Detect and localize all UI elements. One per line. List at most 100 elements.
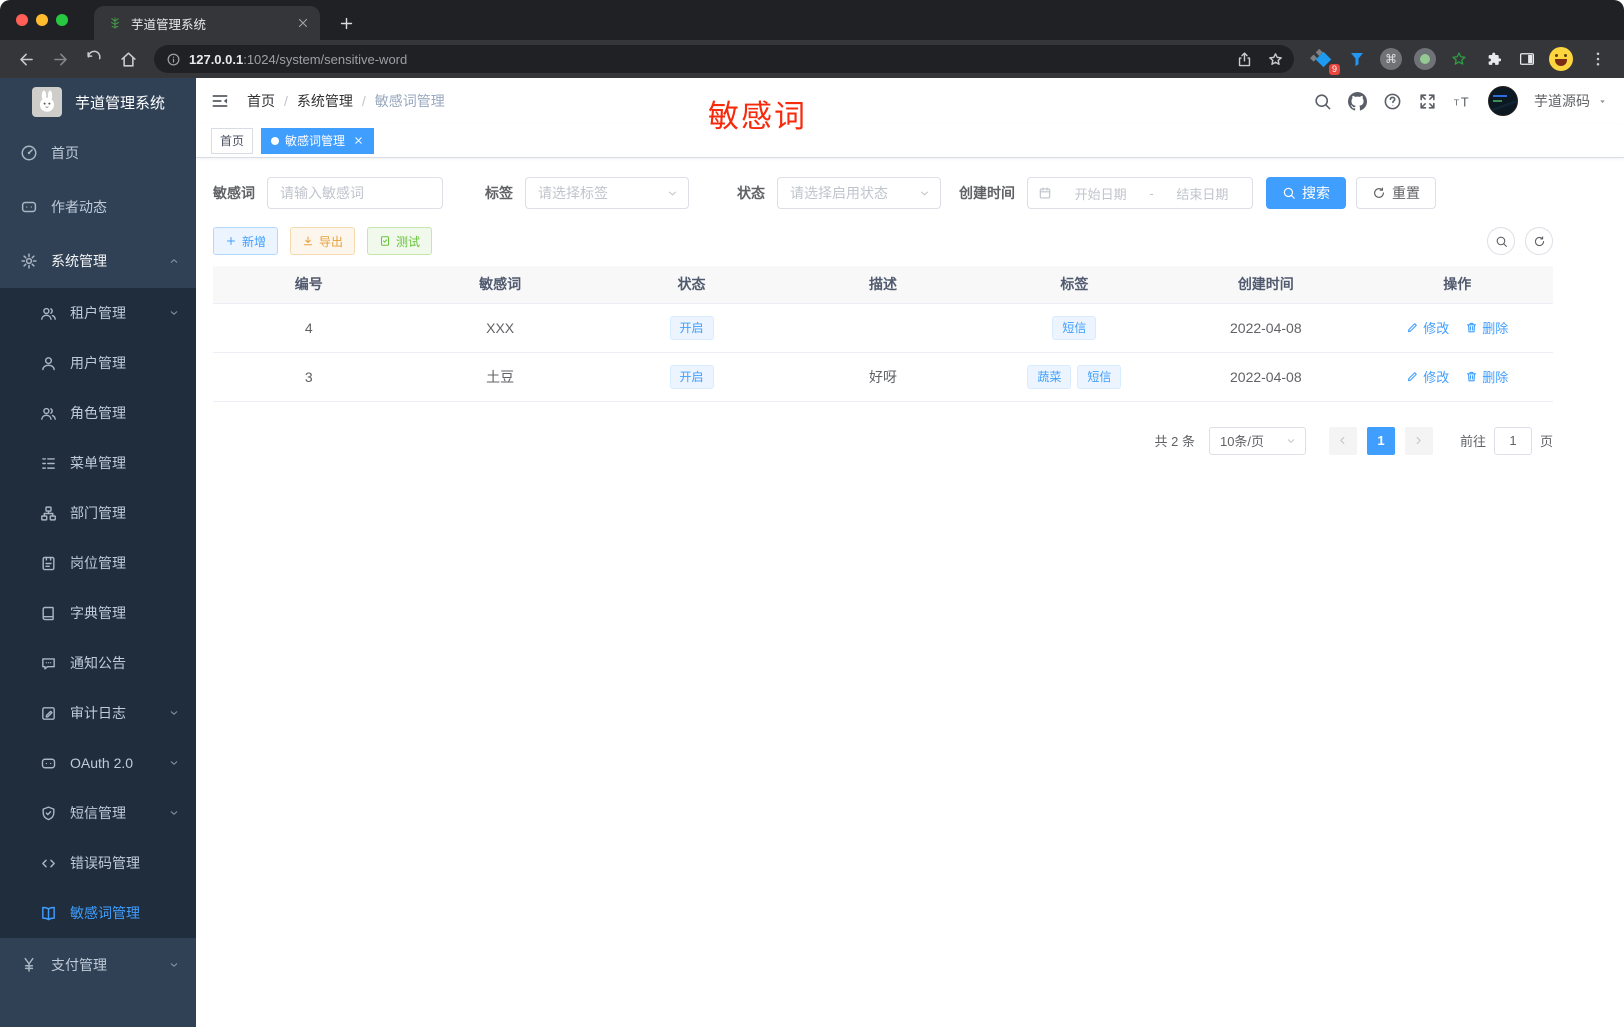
page-number-1[interactable]: 1 — [1366, 426, 1395, 455]
cell-tags: 短信 — [978, 303, 1171, 353]
forward-button[interactable] — [44, 43, 76, 75]
test-button-label: 测试 — [396, 234, 421, 249]
window-controls — [0, 14, 82, 40]
search-button[interactable]: 搜索 — [1266, 177, 1346, 209]
window-zoom-button[interactable] — [56, 14, 68, 26]
open-book-icon — [40, 905, 57, 922]
fullscreen-icon[interactable] — [1418, 92, 1437, 111]
sidebar-item-post[interactable]: 岗位管理 — [0, 538, 196, 588]
header-search-icon[interactable] — [1313, 92, 1332, 111]
main-area: 敏感词 首页 / 系统管理 / 敏感词管理 T T 芋道源码 首页 敏感词管理 … — [196, 78, 1624, 1027]
prev-page-button[interactable] — [1328, 426, 1357, 455]
site-info-icon[interactable] — [166, 52, 181, 67]
breadcrumb-home[interactable]: 首页 — [247, 91, 275, 111]
window-minimize-button[interactable] — [36, 14, 48, 26]
chevron-down-icon — [168, 307, 180, 319]
sidebar-item-audit-log[interactable]: 审计日志 — [0, 688, 196, 738]
sidebar-item-notice[interactable]: 通知公告 — [0, 638, 196, 688]
refresh-icon — [1372, 186, 1386, 200]
sidebar-item-sensitive-word[interactable]: 敏感词管理 — [0, 888, 196, 938]
back-button[interactable] — [10, 43, 42, 75]
document-check-icon — [379, 235, 391, 247]
url-host: 127.0.0.1 — [189, 51, 244, 67]
edit-link[interactable]: 修改 — [1406, 367, 1449, 386]
extensions-puzzle-icon[interactable] — [1480, 46, 1506, 72]
table-toolbar: 新增 导出 测试 — [213, 227, 1553, 255]
delete-link[interactable]: 删除 — [1465, 318, 1508, 337]
sidebar-panel-icon[interactable] — [1514, 46, 1540, 72]
sidebar-fold-icon[interactable] — [210, 91, 230, 111]
sidebar-item-label: OAuth 2.0 — [70, 755, 134, 771]
browser-window: 芋道管理系统 127.0.0.1:1024/system/sensitive-w… — [0, 0, 1624, 78]
date-range-picker[interactable]: 开始日期 - 结束日期 — [1027, 177, 1253, 209]
github-icon[interactable] — [1348, 92, 1367, 111]
tag-select[interactable]: 请选择标签 — [525, 177, 689, 209]
tag-sensitive-word-active[interactable]: 敏感词管理 — [261, 127, 375, 154]
filter-form: 敏感词 标签 请选择标签 状态 请选择启用状态 创建时间 开始日期 - 结束日 — [213, 177, 1553, 209]
search-button-label: 搜索 — [1302, 185, 1330, 201]
status-select[interactable]: 请选择启用状态 — [777, 177, 941, 209]
profile-avatar[interactable] — [1548, 46, 1574, 72]
new-tab-button[interactable] — [338, 15, 355, 32]
user-avatar[interactable] — [1488, 86, 1518, 116]
sidebar-item-home[interactable]: 首页 — [0, 126, 196, 180]
date-start-placeholder[interactable]: 开始日期 — [1061, 184, 1140, 203]
export-button[interactable]: 导出 — [290, 227, 356, 255]
keyword-input[interactable] — [267, 177, 443, 209]
sidebar-item-author[interactable]: 作者动态 — [0, 180, 196, 234]
toggle-search-button[interactable] — [1487, 227, 1515, 255]
home-button[interactable] — [112, 43, 144, 75]
trash-icon — [1465, 321, 1478, 334]
sidebar-item-system[interactable]: 系统管理 — [0, 234, 196, 288]
username-dropdown[interactable]: 芋道源码 — [1534, 91, 1608, 111]
breadcrumb-separator: / — [361, 93, 366, 109]
username-label: 芋道源码 — [1534, 93, 1590, 109]
sidebar-item-dict[interactable]: 字典管理 — [0, 588, 196, 638]
refresh-table-button[interactable] — [1525, 227, 1553, 255]
sidebar-item-user[interactable]: 用户管理 — [0, 338, 196, 388]
sidebar-item-role[interactable]: 角色管理 — [0, 388, 196, 438]
browser-tab[interactable]: 芋道管理系统 — [94, 6, 320, 40]
sidebar-item-sms[interactable]: 短信管理 — [0, 788, 196, 838]
tag-close-icon[interactable] — [353, 135, 364, 146]
sidebar-item-oauth[interactable]: OAuth 2.0 — [0, 738, 196, 788]
help-icon[interactable] — [1383, 92, 1402, 111]
goto-page-input[interactable] — [1493, 426, 1532, 455]
reset-button[interactable]: 重置 — [1356, 177, 1436, 209]
table-row: 3 土豆 开启 好呀 蔬菜 短信 2022-04-08 修改 删除 — [213, 352, 1553, 402]
extension-funnel-icon[interactable] — [1344, 46, 1370, 72]
address-bar[interactable]: 127.0.0.1:1024/system/sensitive-word — [154, 45, 1294, 73]
add-button[interactable]: 新增 — [213, 227, 279, 255]
edit-link[interactable]: 修改 — [1406, 318, 1449, 337]
bookmark-star-icon[interactable] — [1267, 51, 1284, 68]
window-close-button[interactable] — [16, 14, 28, 26]
extension-diamond-icon[interactable]: 9 — [1310, 46, 1340, 75]
page-size-select[interactable]: 10条/页 — [1208, 426, 1306, 455]
reload-button[interactable] — [78, 43, 110, 75]
sidebar-item-tenant[interactable]: 租户管理 — [0, 288, 196, 338]
date-label: 创建时间 — [959, 185, 1015, 201]
user-icon — [40, 355, 57, 372]
col-id: 编号 — [213, 266, 405, 304]
tag-home[interactable]: 首页 — [211, 127, 254, 154]
extension-command-icon[interactable]: ⌘ — [1378, 46, 1404, 72]
extension-star-icon[interactable] — [1446, 46, 1472, 72]
svg-text:T: T — [1454, 97, 1460, 107]
edit-log-icon — [40, 705, 57, 722]
sidebar-item-dept[interactable]: 部门管理 — [0, 488, 196, 538]
test-button[interactable]: 测试 — [367, 227, 433, 255]
browser-menu-icon[interactable] — [1582, 43, 1614, 75]
pagination: 共 2 条 10条/页 1 前往 页 — [213, 426, 1553, 455]
share-icon[interactable] — [1236, 51, 1253, 68]
delete-link[interactable]: 删除 — [1465, 367, 1508, 386]
sidebar-item-error-code[interactable]: 错误码管理 — [0, 838, 196, 888]
breadcrumb-system[interactable]: 系统管理 — [297, 91, 353, 111]
date-end-placeholder[interactable]: 结束日期 — [1163, 184, 1242, 203]
sidebar-item-menu[interactable]: 菜单管理 — [0, 438, 196, 488]
tab-close-icon[interactable] — [296, 16, 310, 30]
delete-link-label: 删除 — [1482, 321, 1509, 336]
sidebar-item-payment[interactable]: 支付管理 — [0, 938, 196, 992]
next-page-button[interactable] — [1404, 426, 1433, 455]
extension-record-icon[interactable] — [1412, 46, 1438, 72]
font-size-icon[interactable]: T T — [1453, 92, 1472, 111]
